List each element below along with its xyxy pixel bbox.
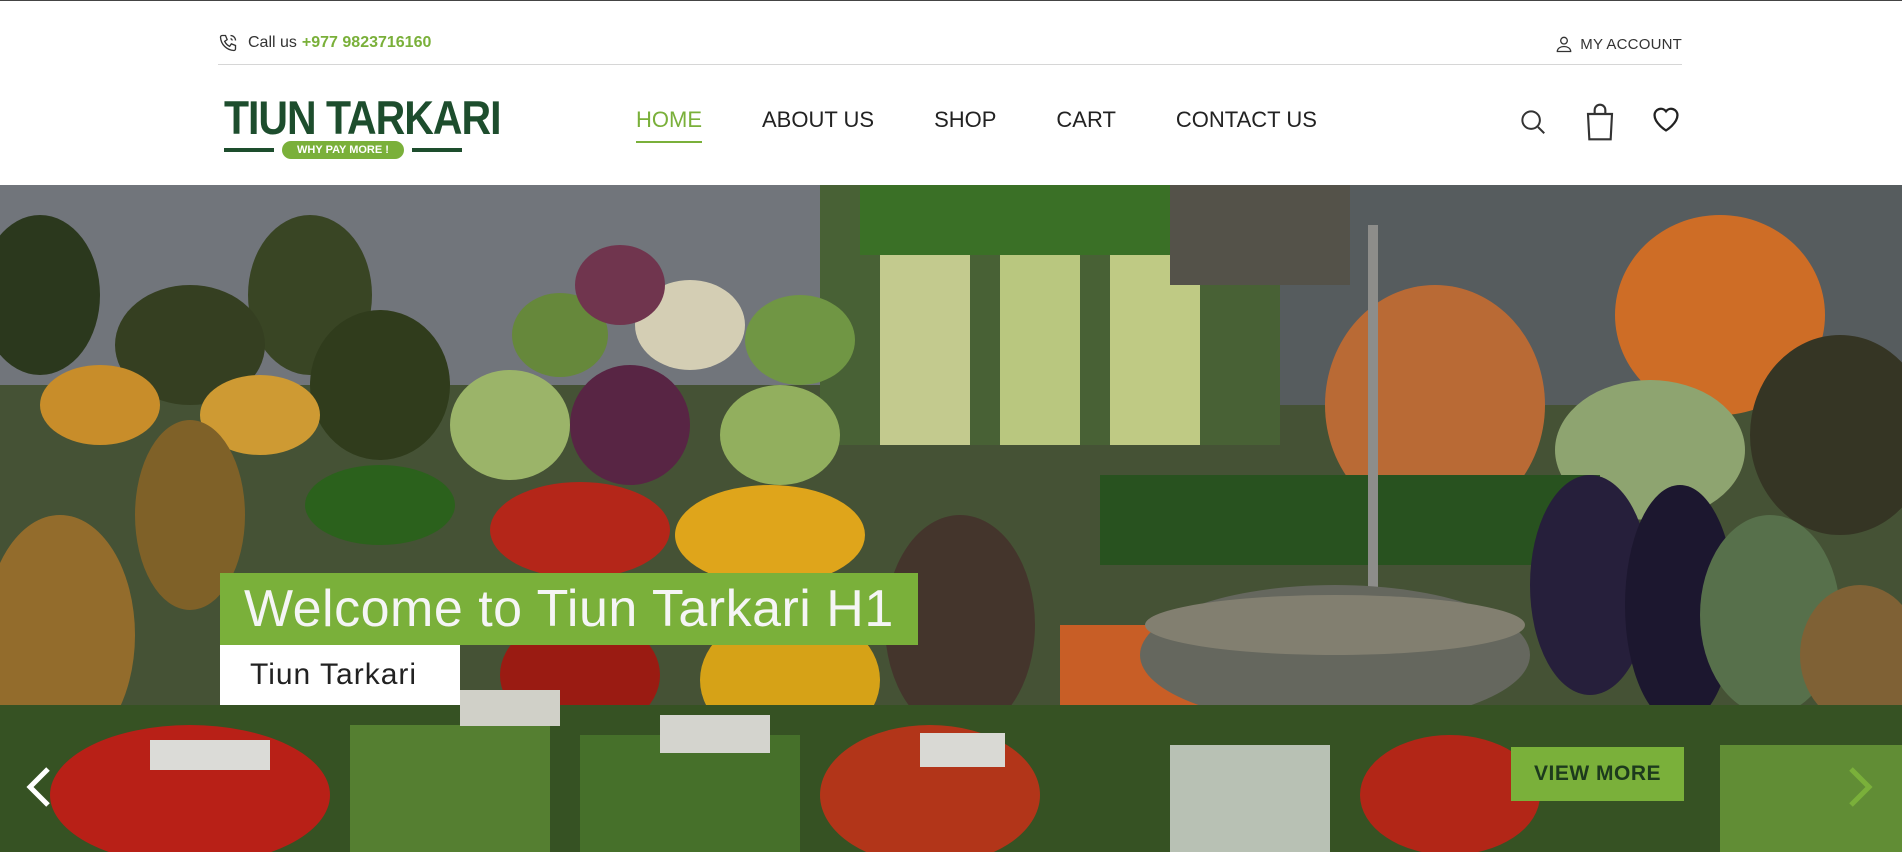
logo-tagline: WHY PAY MORE !	[282, 141, 404, 159]
slider-next-button[interactable]	[1845, 765, 1875, 809]
search-icon[interactable]	[1518, 107, 1548, 137]
hero-subtitle: Tiun Tarkari	[250, 658, 418, 691]
my-account-label: MY ACCOUNT	[1580, 35, 1682, 53]
hero-subtitle-box: Tiun Tarkari	[220, 645, 460, 705]
nav-home[interactable]: HOME	[636, 107, 702, 143]
logo-divider	[224, 148, 274, 152]
my-account-link[interactable]: MY ACCOUNT	[1554, 34, 1682, 54]
nav-contact-us[interactable]: CONTACT US	[1176, 107, 1317, 143]
heart-icon[interactable]	[1650, 105, 1682, 133]
site-header: Call us +977 9823716160 MY ACCOUNT TIUN …	[0, 0, 1902, 185]
slider-prev-button[interactable]	[24, 765, 54, 809]
phone-icon	[219, 34, 237, 52]
phone-number[interactable]: +977 9823716160	[302, 34, 431, 52]
site-logo[interactable]: TIUN TARKARI WHY PAY MORE !	[224, 91, 501, 159]
call-label: Call us	[248, 34, 297, 51]
call-us[interactable]: Call us +977 9823716160	[218, 33, 431, 53]
logo-name: TIUN TARKARI	[224, 91, 501, 145]
contact-bar: Call us +977 9823716160 MY ACCOUNT	[218, 31, 1682, 65]
hero-title: Welcome to Tiun Tarkari H1	[244, 580, 894, 638]
view-more-button[interactable]: VIEW MORE	[1511, 747, 1684, 801]
main-nav: HOME ABOUT US SHOP CART CONTACT US	[636, 107, 1377, 143]
nav-shop[interactable]: SHOP	[934, 107, 996, 143]
nav-about-us[interactable]: ABOUT US	[762, 107, 874, 143]
logo-divider	[412, 148, 462, 152]
nav-cart[interactable]: CART	[1056, 107, 1116, 143]
logo-tagline-row: WHY PAY MORE !	[224, 141, 462, 159]
user-icon	[1556, 36, 1572, 53]
shopping-bag-icon[interactable]	[1584, 101, 1616, 143]
hero-title-box: Welcome to Tiun Tarkari H1	[220, 573, 918, 645]
